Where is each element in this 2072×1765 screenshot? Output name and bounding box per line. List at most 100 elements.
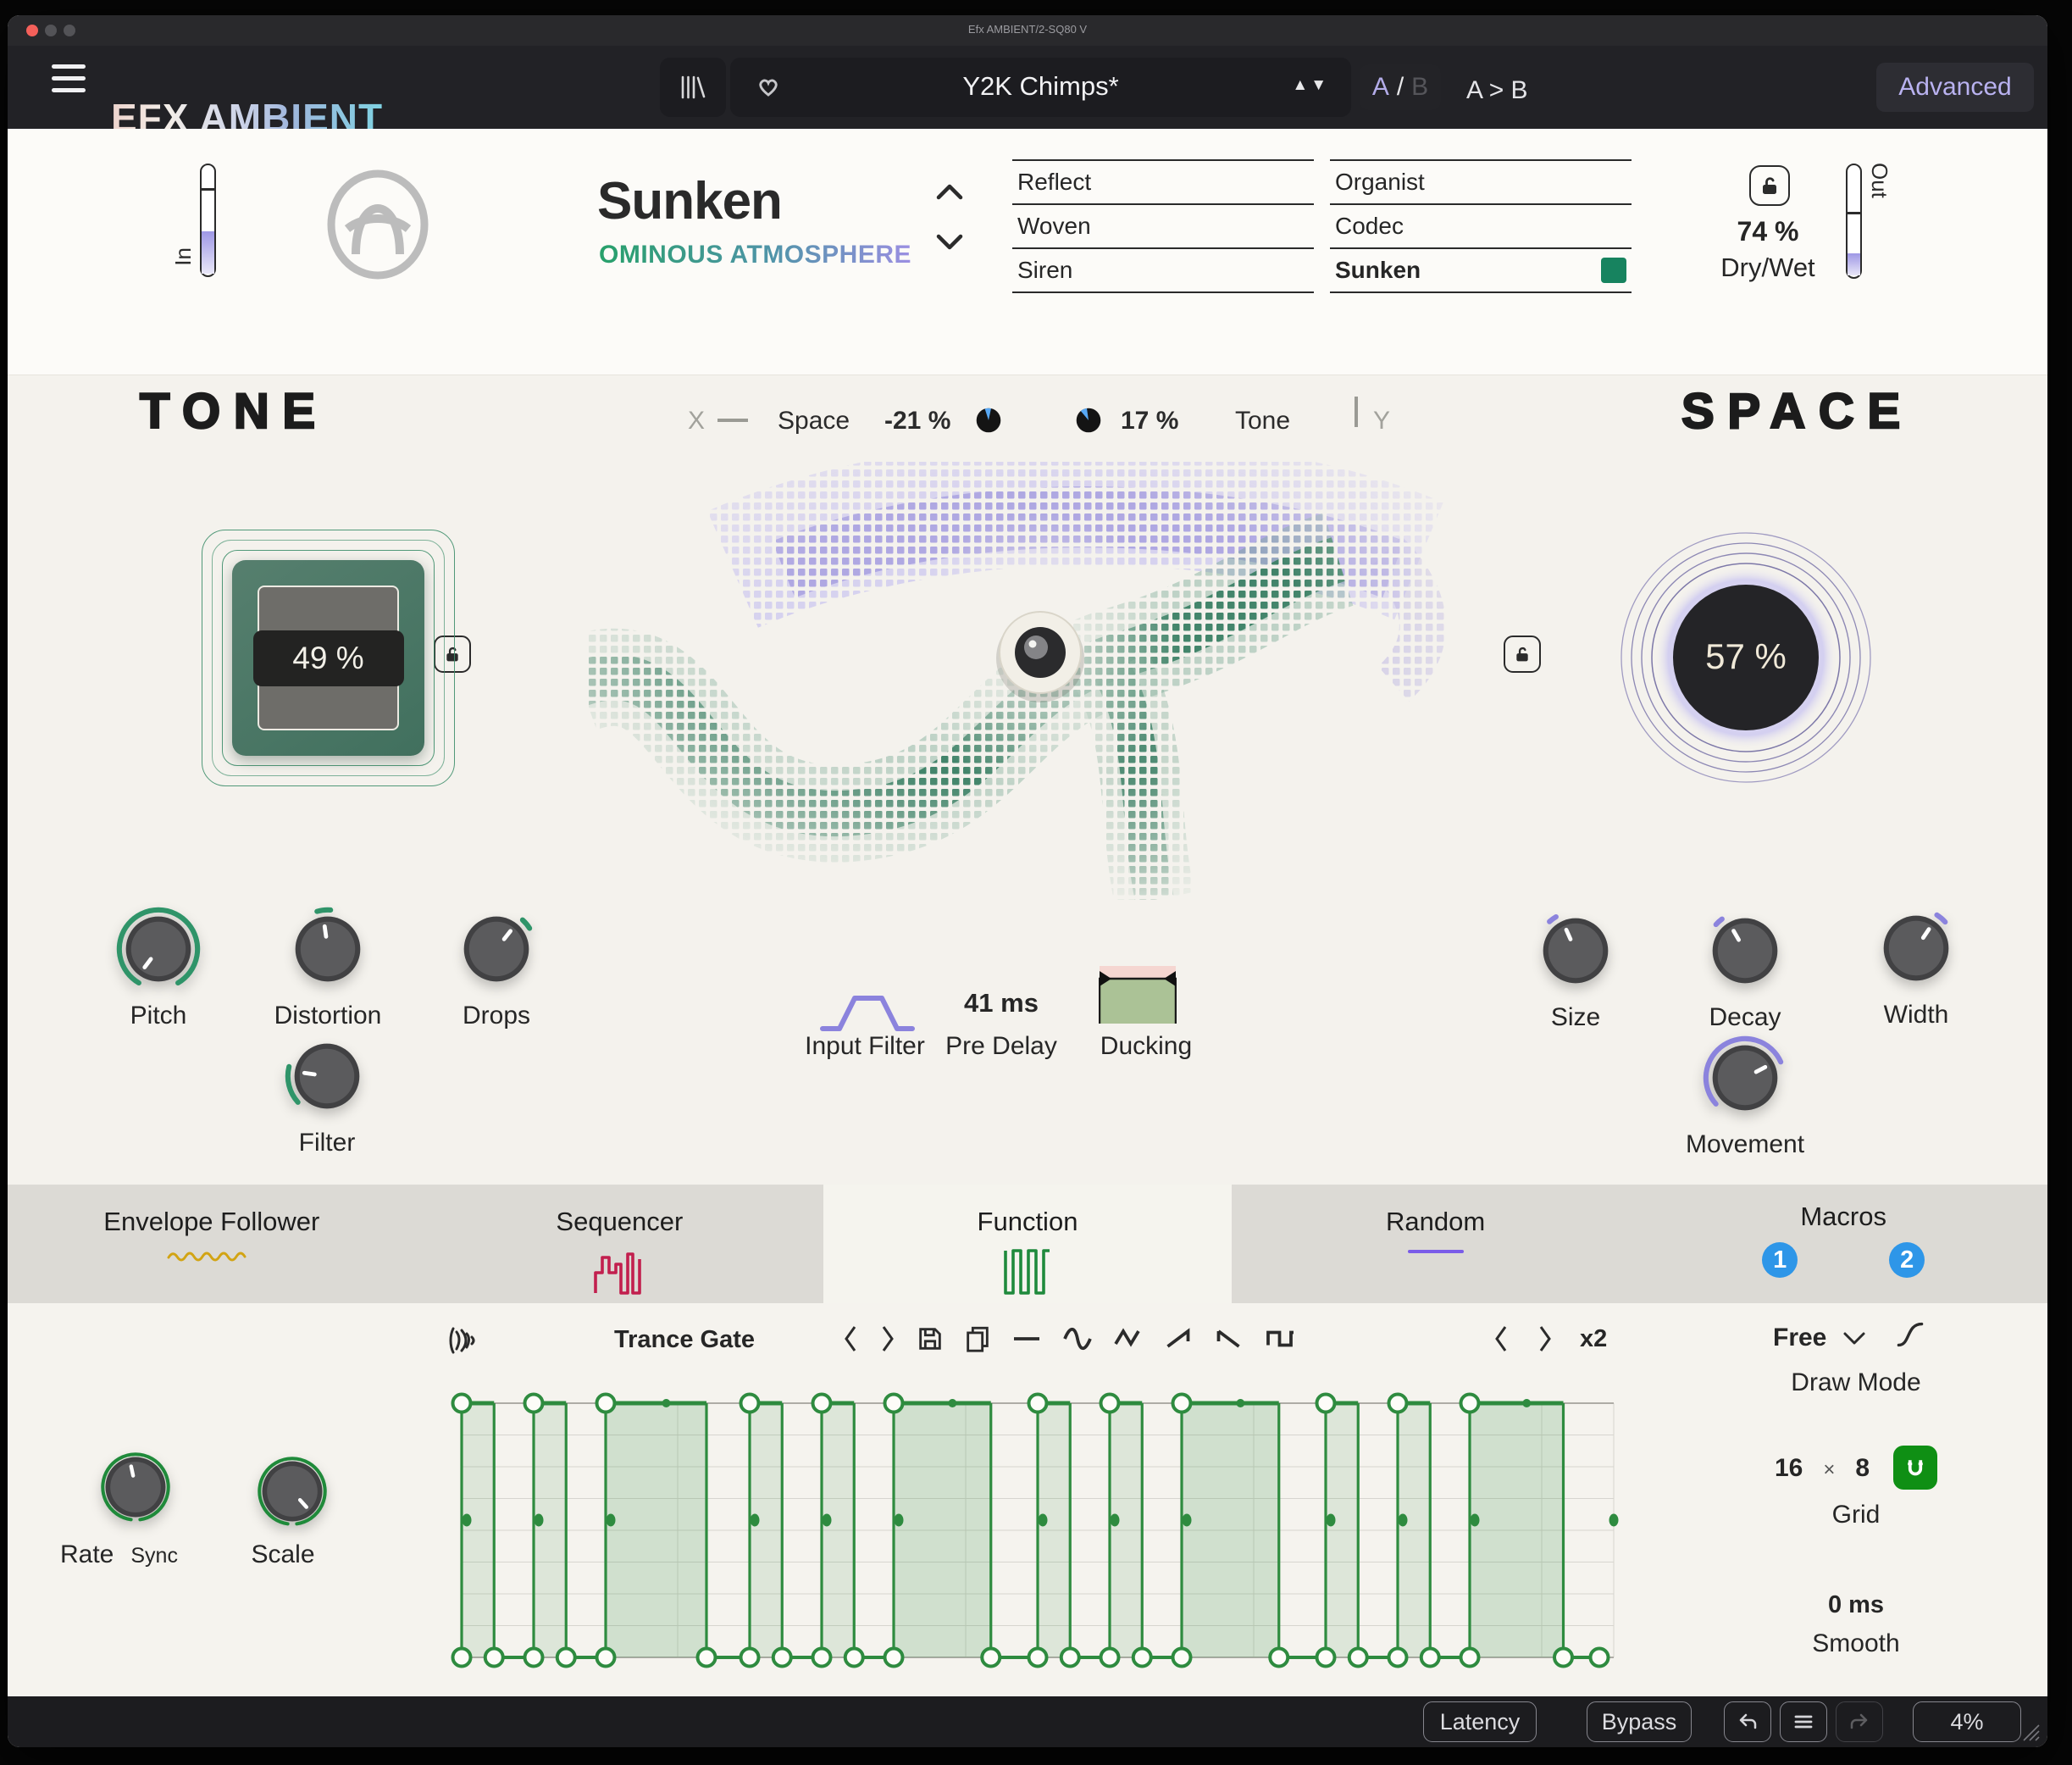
preset-info-band: In Sunken OMINOUS ATMOSPHERE Reflect Wov… [8, 129, 2047, 375]
curve-mode-icon[interactable] [1895, 1320, 1925, 1349]
ui-zoom-button[interactable]: 4% [1913, 1701, 2021, 1742]
shift-right-button[interactable] [1536, 1324, 1554, 1354]
space-value: 57 % [1705, 636, 1787, 676]
shape-prev-button[interactable] [841, 1324, 860, 1354]
main-menu-button[interactable] [52, 64, 86, 98]
arturia-logo [327, 169, 429, 280]
space-amount-knob[interactable]: 57 % [1620, 531, 1872, 784]
trance-gate-editor[interactable] [448, 1390, 1627, 1671]
macro-1-button[interactable]: 1 [1762, 1242, 1798, 1278]
triangle-shape-button[interactable] [1112, 1324, 1144, 1354]
xy-pad-handle[interactable] [996, 611, 1084, 702]
advanced-button[interactable]: Advanced [1876, 63, 2034, 112]
macos-titlebar: Efx AMBIENT/2-SQ80 V [8, 15, 2047, 46]
redo-icon [1850, 1713, 1868, 1729]
preset-list-item[interactable]: Reflect [1012, 159, 1314, 203]
tab-sequencer[interactable]: Sequencer [416, 1185, 824, 1303]
input-filter-icon[interactable] [819, 990, 916, 1035]
movement-knob[interactable] [1699, 1032, 1791, 1124]
sine-shape-button[interactable] [1061, 1324, 1094, 1354]
smooth-value[interactable]: 0 ms [1771, 1591, 1941, 1619]
square-shape-button[interactable] [1265, 1324, 1297, 1354]
size-knob[interactable] [1530, 905, 1621, 996]
scale-knob-label: Scale [251, 1540, 315, 1568]
movement-knob-label: Movement [1685, 1130, 1805, 1158]
preset-list-item[interactable]: Organist [1330, 159, 1632, 203]
rate-knob[interactable] [93, 1445, 178, 1529]
preset-browser[interactable]: Y2K Chimps* ▲▼ [730, 58, 1351, 117]
ramp-up-shape-button[interactable] [1163, 1324, 1195, 1354]
times-two-button[interactable]: x2 [1580, 1325, 1607, 1353]
width-knob[interactable] [1870, 902, 1962, 994]
save-shape-button[interactable] [916, 1324, 945, 1354]
grid-rows-value[interactable]: 8 [1855, 1454, 1870, 1483]
pitch-knob-label: Pitch [130, 1002, 187, 1030]
magnet-icon [1908, 1460, 1923, 1476]
ab-toggle-a[interactable]: A [1372, 73, 1389, 102]
pattern-shift-controls: x2 [1492, 1324, 1607, 1354]
scale-knob[interactable] [250, 1449, 335, 1534]
function-wave-icon [449, 1327, 475, 1354]
library-icon [681, 75, 706, 99]
preset-list-item-selected[interactable]: Sunken [1330, 247, 1632, 291]
plugin-window: Efx AMBIENT/2-SQ80 V EFX AMBIENT Y2K Chi… [8, 15, 2047, 1747]
preset-next-button[interactable]: ▼ [1310, 76, 1329, 94]
undo-button[interactable] [1724, 1701, 1771, 1742]
drywet-value[interactable]: 74 % [1683, 216, 1853, 247]
pitch-knob[interactable] [113, 903, 204, 995]
grid-label: Grid [1831, 1501, 1881, 1529]
ducking-icon[interactable] [1099, 966, 1177, 1025]
snap-magnet-button[interactable] [1893, 1446, 1937, 1490]
xy-pad-visualization[interactable] [589, 425, 1487, 900]
preset-name-display[interactable]: Y2K Chimps* [730, 71, 1351, 102]
space-lock-button[interactable] [1504, 636, 1541, 673]
filter-knob[interactable] [281, 1030, 373, 1122]
drywet-lock-button[interactable] [1749, 165, 1790, 206]
copy-shape-button[interactable] [963, 1324, 992, 1354]
distortion-knob[interactable] [282, 903, 374, 995]
preset-list-item[interactable]: Codec [1330, 203, 1632, 247]
ab-toggle[interactable]: A / B [1360, 64, 1441, 110]
copy-a-to-b-button[interactable]: A > B [1466, 76, 1528, 105]
header-bar: EFX AMBIENT Y2K Chimps* ▲▼ A / B A > B A… [8, 46, 2047, 140]
undo-icon [1739, 1713, 1757, 1729]
flat-shape-button[interactable] [1011, 1324, 1043, 1354]
current-preset-name: Sunken [597, 172, 783, 230]
bypass-button[interactable]: Bypass [1587, 1701, 1692, 1742]
tab-macros[interactable]: Macros 1 2 [1639, 1185, 2047, 1303]
preset-list-item[interactable]: Woven [1012, 203, 1314, 247]
drops-knob-label: Drops [462, 1002, 531, 1030]
predelay-value[interactable]: 41 ms [908, 988, 1094, 1018]
tone-value-pill: 49 % [252, 630, 404, 686]
resize-handle[interactable] [2020, 1722, 2041, 1742]
tone-section-title: TONE [139, 383, 329, 441]
history-button[interactable] [1780, 1701, 1827, 1742]
output-level-meter [1846, 164, 1862, 279]
decay-knob[interactable] [1699, 905, 1791, 996]
sync-toggle[interactable]: Sync [130, 1544, 178, 1568]
ducking-label: Ducking [1100, 1032, 1193, 1060]
redo-button[interactable] [1836, 1701, 1883, 1742]
tone-amount-control[interactable]: 49 % [202, 530, 455, 786]
current-preset-type: OMINOUS ATMOSPHERE [599, 241, 912, 269]
drywet-label: Dry/Wet [1720, 253, 1815, 282]
preset-library-button[interactable] [660, 58, 726, 117]
grid-cols-value[interactable]: 16 [1775, 1454, 1803, 1483]
function-shape-title[interactable]: Trance Gate [614, 1326, 755, 1354]
random-icon [1407, 1250, 1464, 1253]
preset-prev-button[interactable]: ▲ [1292, 76, 1310, 94]
drops-knob[interactable] [451, 903, 542, 995]
tab-envelope-follower[interactable]: Envelope Follower [8, 1185, 416, 1303]
ab-toggle-b[interactable]: B [1411, 73, 1428, 102]
ramp-down-shape-button[interactable] [1214, 1324, 1246, 1354]
tab-function[interactable]: Function [823, 1185, 1232, 1303]
preset-down-button[interactable] [934, 232, 965, 253]
macro-2-button[interactable]: 2 [1889, 1242, 1925, 1278]
preset-up-button[interactable] [934, 181, 965, 202]
shift-left-button[interactable] [1492, 1324, 1510, 1354]
preset-list-item[interactable]: Siren [1012, 247, 1314, 291]
shape-next-button[interactable] [878, 1324, 897, 1354]
tab-random[interactable]: Random [1232, 1185, 1640, 1303]
draw-mode-selector[interactable]: Free [1773, 1324, 1867, 1352]
latency-button[interactable]: Latency [1423, 1701, 1537, 1742]
